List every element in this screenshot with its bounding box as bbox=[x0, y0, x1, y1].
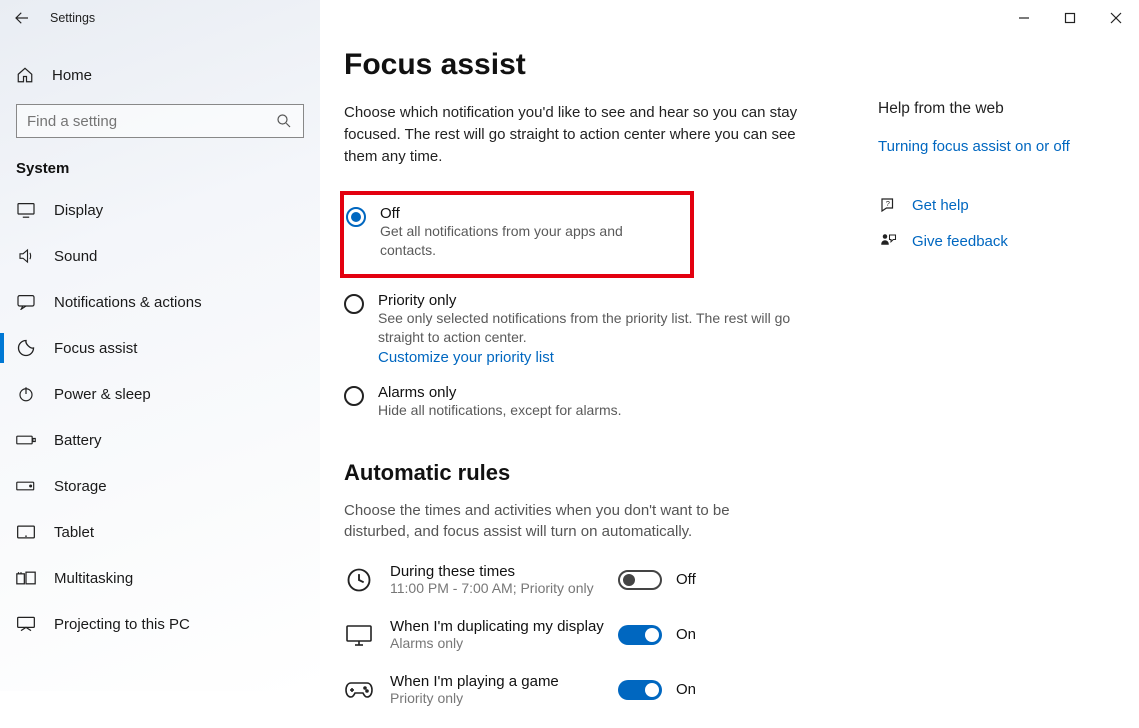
radio-alarms-only[interactable]: Alarms only Hide all notifications, exce… bbox=[344, 376, 864, 430]
rule-title: During these times bbox=[390, 563, 618, 580]
home-icon bbox=[16, 66, 34, 84]
minimize-button[interactable] bbox=[1001, 0, 1047, 36]
toggle-duplicating-display[interactable] bbox=[618, 625, 662, 645]
sidebar-label: Multitasking bbox=[54, 570, 133, 587]
search-field[interactable] bbox=[17, 105, 303, 137]
get-help-link[interactable]: ? Get help bbox=[878, 195, 1118, 215]
clock-icon bbox=[344, 565, 374, 595]
tablet-icon bbox=[16, 524, 36, 540]
give-feedback-link[interactable]: Give feedback bbox=[878, 231, 1118, 251]
toggle-during-times[interactable] bbox=[618, 570, 662, 590]
radio-priority-title: Priority only bbox=[378, 292, 808, 309]
automatic-rules-description: Choose the times and activities when you… bbox=[344, 500, 784, 544]
home-label: Home bbox=[52, 67, 92, 84]
search-icon bbox=[275, 112, 293, 130]
sidebar-label: Display bbox=[54, 202, 103, 219]
storage-icon bbox=[16, 479, 36, 493]
rule-playing-game[interactable]: When I'm playing a game Priority only On bbox=[344, 673, 864, 706]
radio-off-title: Off bbox=[380, 205, 680, 222]
sidebar-item-notifications[interactable]: Notifications & actions bbox=[0, 279, 320, 325]
window-title: Settings bbox=[50, 11, 95, 25]
rule-during-times[interactable]: During these times 11:00 PM - 7:00 AM; P… bbox=[344, 563, 864, 596]
sound-icon bbox=[16, 247, 36, 265]
rule-duplicating-display[interactable]: When I'm duplicating my display Alarms o… bbox=[344, 618, 864, 651]
sidebar-label: Sound bbox=[54, 248, 97, 265]
radio-icon bbox=[344, 386, 364, 406]
get-help-label: Get help bbox=[912, 197, 969, 214]
rule-sub: 11:00 PM - 7:00 AM; Priority only bbox=[390, 580, 618, 596]
help-icon: ? bbox=[878, 195, 898, 215]
sidebar-label: Battery bbox=[54, 432, 102, 449]
radio-icon bbox=[346, 207, 366, 227]
radio-alarms-sub: Hide all notifications, except for alarm… bbox=[378, 401, 622, 420]
feedback-icon bbox=[878, 231, 898, 251]
sidebar-item-storage[interactable]: Storage bbox=[0, 463, 320, 509]
sidebar-label: Projecting to this PC bbox=[54, 616, 190, 633]
automatic-rules-heading: Automatic rules bbox=[344, 460, 864, 486]
sidebar-label: Storage bbox=[54, 478, 107, 495]
sidebar-label: Notifications & actions bbox=[54, 294, 202, 311]
toggle-state: On bbox=[676, 681, 696, 698]
radio-icon bbox=[344, 294, 364, 314]
monitor-icon bbox=[344, 620, 374, 650]
sidebar-item-projecting[interactable]: Projecting to this PC bbox=[0, 601, 320, 647]
rule-sub: Priority only bbox=[390, 690, 618, 706]
help-link-focus-assist[interactable]: Turning focus assist on or off bbox=[878, 138, 1118, 155]
search-input[interactable] bbox=[16, 104, 304, 138]
radio-priority-only[interactable]: Priority only See only selected notifica… bbox=[344, 284, 864, 376]
page-description: Choose which notification you'd like to … bbox=[344, 102, 804, 167]
radio-off-sub: Get all notifications from your apps and… bbox=[380, 222, 680, 260]
multitasking-icon bbox=[16, 570, 36, 586]
sidebar-item-power[interactable]: Power & sleep bbox=[0, 371, 320, 417]
sidebar-label: Power & sleep bbox=[54, 386, 151, 403]
highlight-annotation: Off Get all notifications from your apps… bbox=[340, 191, 694, 278]
sidebar-item-multitasking[interactable]: Multitasking bbox=[0, 555, 320, 601]
help-heading: Help from the web bbox=[878, 100, 1118, 118]
sidebar-label: Focus assist bbox=[54, 340, 137, 357]
home-button[interactable]: Home bbox=[0, 54, 320, 96]
sidebar-item-focus-assist[interactable]: Focus assist bbox=[0, 325, 320, 371]
sidebar-item-display[interactable]: Display bbox=[0, 187, 320, 233]
sidebar-item-tablet[interactable]: Tablet bbox=[0, 509, 320, 555]
focus-assist-icon bbox=[16, 338, 36, 358]
close-button[interactable] bbox=[1093, 0, 1139, 36]
battery-icon bbox=[16, 433, 36, 447]
back-button[interactable] bbox=[0, 0, 44, 36]
notifications-icon bbox=[16, 294, 36, 310]
page-title: Focus assist bbox=[344, 48, 864, 82]
rule-title: When I'm playing a game bbox=[390, 673, 618, 690]
maximize-button[interactable] bbox=[1047, 0, 1093, 36]
display-icon bbox=[16, 202, 36, 218]
svg-text:?: ? bbox=[886, 199, 890, 208]
sidebar-label: Tablet bbox=[54, 524, 94, 541]
section-heading: System bbox=[0, 138, 320, 187]
radio-priority-sub: See only selected notifications from the… bbox=[378, 309, 808, 347]
gamepad-icon bbox=[344, 675, 374, 705]
projecting-icon bbox=[16, 615, 36, 633]
power-icon bbox=[16, 385, 36, 403]
rule-title: When I'm duplicating my display bbox=[390, 618, 618, 635]
toggle-playing-game[interactable] bbox=[618, 680, 662, 700]
toggle-state: On bbox=[676, 626, 696, 643]
radio-off[interactable]: Off Get all notifications from your apps… bbox=[346, 197, 680, 270]
customize-priority-link[interactable]: Customize your priority list bbox=[378, 349, 808, 366]
toggle-state: Off bbox=[676, 571, 696, 588]
radio-alarms-title: Alarms only bbox=[378, 384, 622, 401]
sidebar-item-sound[interactable]: Sound bbox=[0, 233, 320, 279]
sidebar-item-battery[interactable]: Battery bbox=[0, 417, 320, 463]
rule-sub: Alarms only bbox=[390, 635, 618, 651]
give-feedback-label: Give feedback bbox=[912, 233, 1008, 250]
